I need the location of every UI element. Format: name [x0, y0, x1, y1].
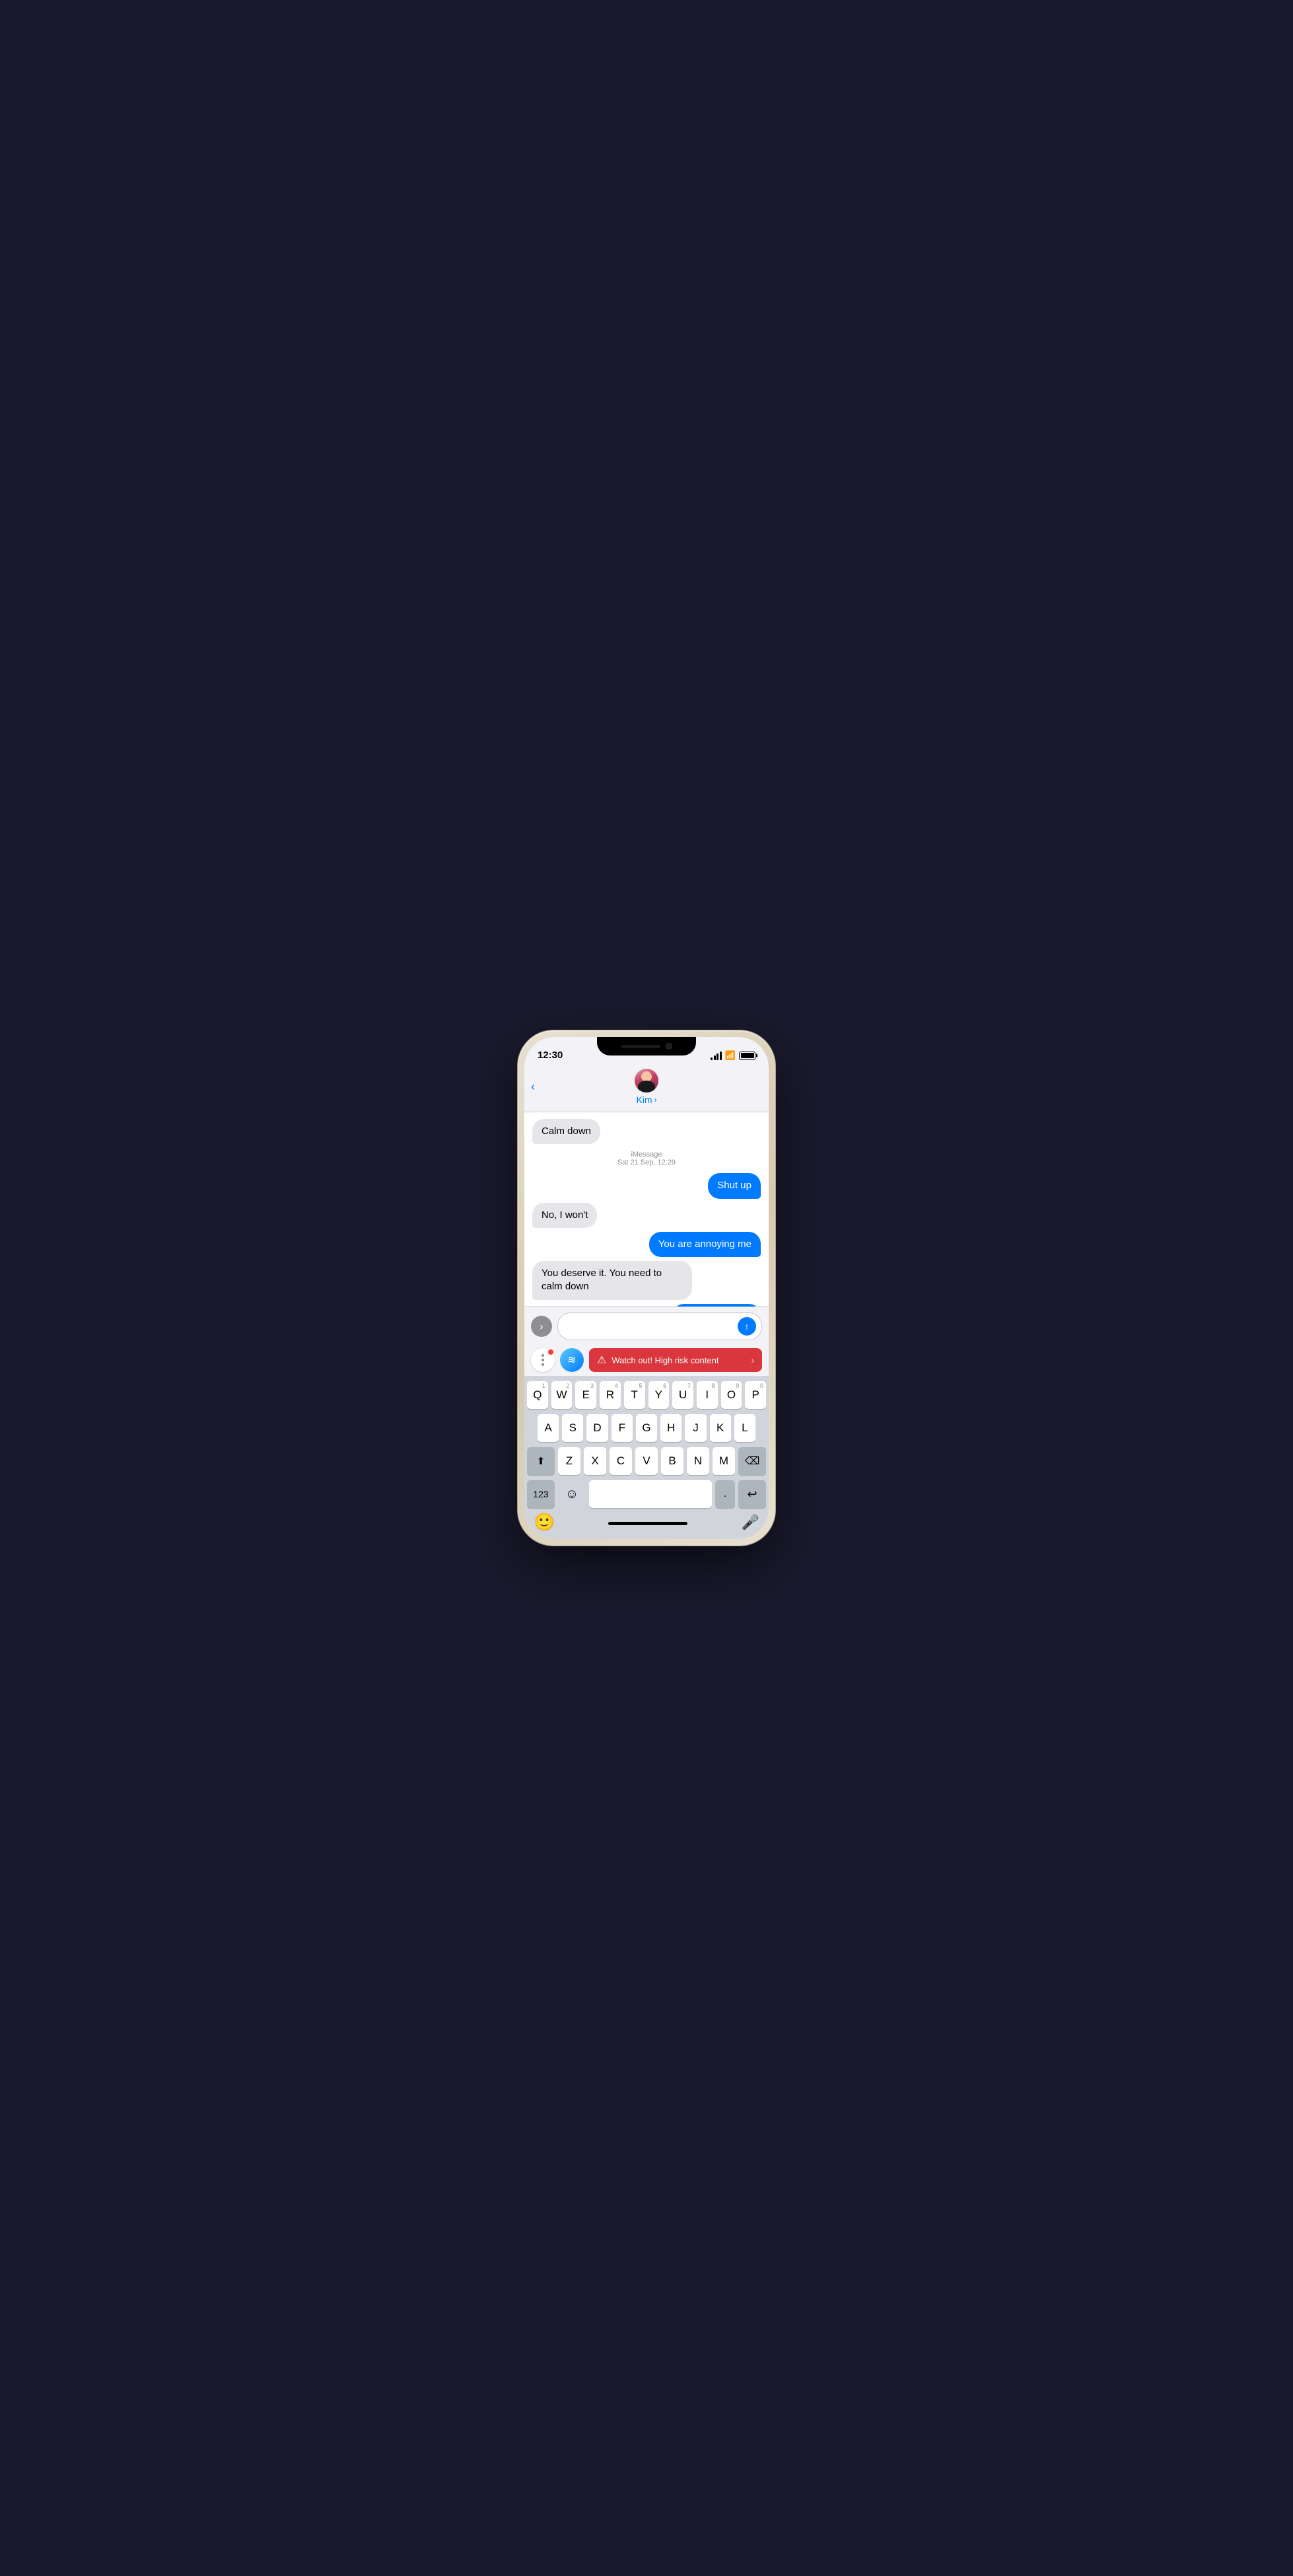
warning-text: Watch out! High risk content	[612, 1355, 718, 1365]
back-button[interactable]: ‹	[531, 1080, 535, 1094]
return-key[interactable]: ↩	[738, 1480, 766, 1508]
key-s[interactable]: S	[562, 1414, 583, 1442]
key-e[interactable]: 3E	[575, 1381, 596, 1409]
key-p[interactable]: 0P	[745, 1381, 766, 1409]
app-row: ≋ ⚠ Watch out! High risk content ›	[524, 1344, 769, 1376]
signal-icon	[711, 1052, 722, 1060]
key-o[interactable]: 9O	[721, 1381, 742, 1409]
keyboard-bottom-row: 🙂 🎤	[527, 1511, 766, 1536]
key-j[interactable]: J	[685, 1414, 706, 1442]
key-h[interactable]: H	[660, 1414, 681, 1442]
message-header: ‹ Kim ›	[524, 1066, 769, 1112]
key-l[interactable]: L	[734, 1414, 755, 1442]
emoji-key[interactable]: ☺	[558, 1480, 586, 1508]
warning-close-button[interactable]: ›	[751, 1355, 754, 1365]
message-bubble: You deserve it. You need to calm down	[532, 1261, 692, 1300]
key-i[interactable]: 8I	[697, 1381, 718, 1409]
key-d[interactable]: D	[586, 1414, 608, 1442]
keyboard-row-1: 1Q 2W 3E 4R 5T 6Y 7U 8I 9O 0P	[527, 1381, 766, 1409]
key-v[interactable]: V	[635, 1447, 658, 1475]
key-y[interactable]: 6Y	[648, 1381, 670, 1409]
emoji-button[interactable]: 🙂	[534, 1512, 555, 1532]
notch	[597, 1037, 696, 1055]
key-u[interactable]: 7U	[672, 1381, 693, 1409]
phone-frame: 12:30 📶 ‹	[518, 1030, 775, 1546]
keyboard: 1Q 2W 3E 4R 5T 6Y 7U 8I 9O 0P A S D F G …	[524, 1376, 769, 1539]
message-input-wrapper[interactable]: ↑	[557, 1312, 762, 1340]
key-x[interactable]: X	[584, 1447, 606, 1475]
key-f[interactable]: F	[612, 1414, 633, 1442]
key-g[interactable]: G	[636, 1414, 657, 1442]
numbers-key[interactable]: 123	[527, 1480, 555, 1508]
message-bubble: You are annoying me	[649, 1232, 761, 1257]
apps-button[interactable]	[531, 1348, 555, 1372]
front-camera	[666, 1043, 672, 1050]
key-q[interactable]: 1Q	[527, 1381, 548, 1409]
key-r[interactable]: 4R	[600, 1381, 621, 1409]
key-m[interactable]: M	[713, 1447, 735, 1475]
contact-chevron-icon: ›	[654, 1095, 657, 1104]
wifi-icon: 📶	[725, 1050, 736, 1061]
dictate-button[interactable]: 🎤	[742, 1514, 759, 1531]
key-k[interactable]: K	[710, 1414, 731, 1442]
message-input[interactable]	[566, 1321, 734, 1332]
phone-screen: 12:30 📶 ‹	[524, 1037, 769, 1539]
send-button[interactable]: ↑	[738, 1317, 756, 1336]
messages-area: Calm down iMessage Sat 21 Sep, 12:29 Shu…	[524, 1112, 769, 1306]
key-n[interactable]: N	[687, 1447, 709, 1475]
avatar	[635, 1069, 658, 1092]
dot-icon	[542, 1359, 544, 1361]
keyboard-row-4: 123 ☺ . ↩	[527, 1480, 766, 1508]
warning-banner: ⚠ Watch out! High risk content ›	[589, 1348, 762, 1372]
contact-info[interactable]: Kim ›	[635, 1069, 658, 1105]
status-time: 12:30	[538, 1050, 563, 1061]
period-key[interactable]: .	[715, 1480, 735, 1508]
delete-key[interactable]: ⌫	[738, 1447, 766, 1475]
key-a[interactable]: A	[538, 1414, 559, 1442]
wave-app-icon[interactable]: ≋	[560, 1348, 584, 1372]
notification-badge	[548, 1349, 553, 1355]
warning-icon: ⚠	[597, 1353, 606, 1367]
home-indicator	[608, 1522, 687, 1525]
key-b[interactable]: B	[661, 1447, 683, 1475]
send-icon: ↑	[745, 1322, 750, 1331]
keyboard-row-2: A S D F G H J K L	[527, 1414, 766, 1442]
message-bubble: No, I won't	[532, 1203, 597, 1228]
dot-icon	[542, 1354, 544, 1357]
wave-icon: ≋	[567, 1353, 576, 1367]
dot-icon	[542, 1363, 544, 1366]
message-bubble: Calm down	[532, 1119, 600, 1144]
status-icons: 📶	[711, 1050, 755, 1061]
timestamp: iMessage Sat 21 Sep, 12:29	[532, 1151, 761, 1166]
key-c[interactable]: C	[610, 1447, 632, 1475]
battery-icon	[739, 1052, 755, 1060]
expand-button[interactable]: ›	[531, 1316, 552, 1337]
key-w[interactable]: 2W	[551, 1381, 573, 1409]
input-area: › ↑	[524, 1306, 769, 1344]
expand-icon: ›	[540, 1321, 543, 1332]
shift-key[interactable]: ⬆	[527, 1447, 555, 1475]
message-bubble: Shut up	[708, 1173, 761, 1198]
keyboard-row-3: ⬆ Z X C V B N M ⌫	[527, 1447, 766, 1475]
contact-name: Kim	[636, 1094, 652, 1105]
space-key[interactable]	[589, 1480, 712, 1508]
speaker	[621, 1045, 660, 1048]
key-t[interactable]: 5T	[624, 1381, 645, 1409]
key-z[interactable]: Z	[558, 1447, 580, 1475]
